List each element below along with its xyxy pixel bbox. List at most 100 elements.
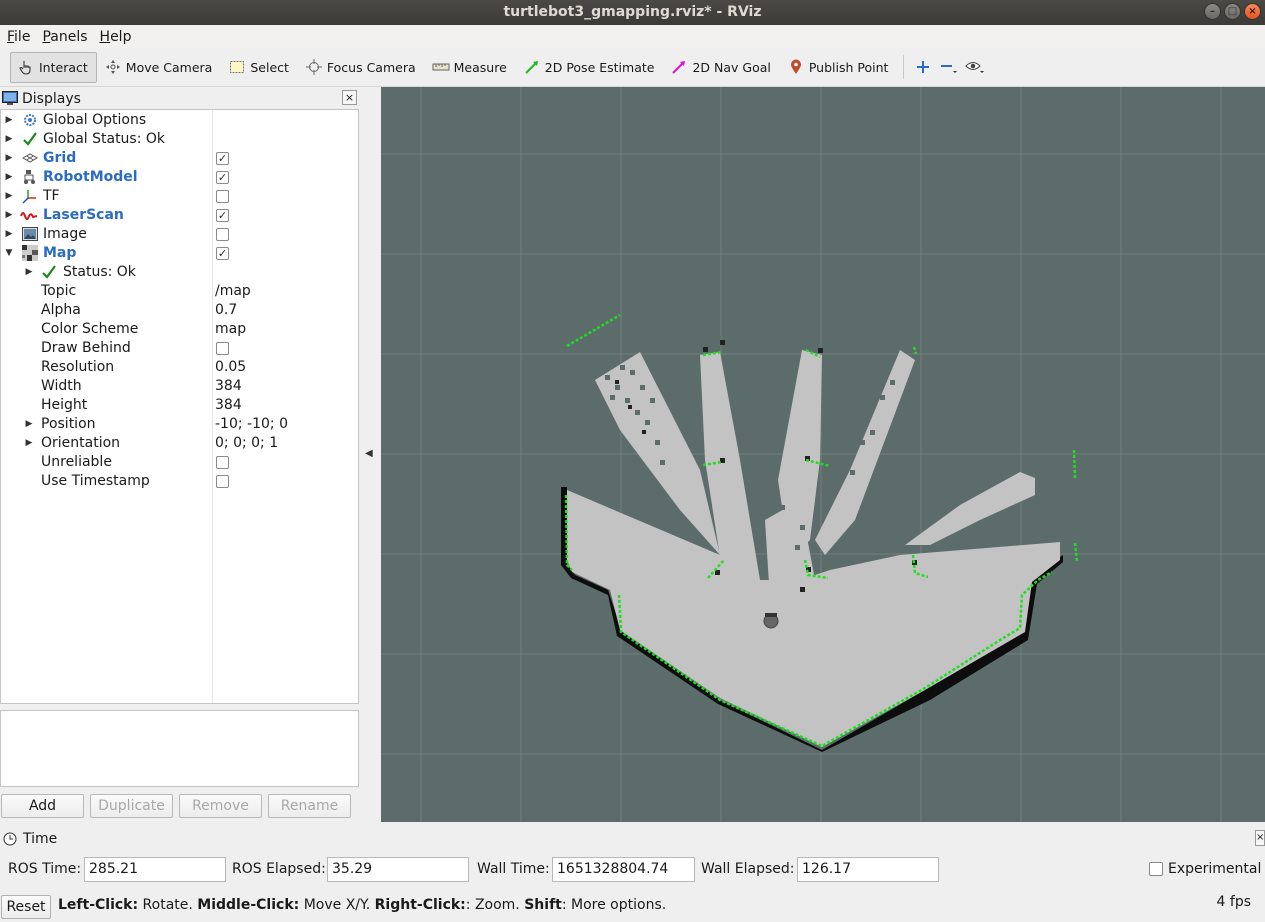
displays-header: Displays ×	[0, 88, 360, 109]
tree-row-tf[interactable]: ▶ TF	[1, 187, 358, 206]
alpha-value[interactable]: 0.7	[215, 301, 237, 320]
views-eye-icon[interactable]	[962, 54, 988, 80]
tree-row-width[interactable]: Width 384	[1, 377, 358, 396]
expand-arrow-icon[interactable]: ▶	[4, 206, 14, 225]
expand-arrow-icon[interactable]: ▶	[24, 263, 34, 282]
menu-help[interactable]: Help	[100, 29, 132, 45]
fps-indicator: 4 fps	[1216, 894, 1251, 910]
map-grid-icon	[22, 245, 38, 261]
tree-row-global-status[interactable]: ▶ Global Status: Ok	[1, 130, 358, 149]
remove-display-button[interactable]: Remove	[179, 794, 262, 818]
color-scheme-value[interactable]: map	[215, 320, 246, 339]
image-enabled-checkbox[interactable]	[216, 228, 229, 241]
remove-tool-minus-icon[interactable]	[936, 54, 962, 80]
tree-row-use-timestamp[interactable]: Use Timestamp	[1, 472, 358, 491]
tree-row-global-options[interactable]: ▶ Global Options	[1, 111, 358, 130]
tree-row-position[interactable]: ▶ Position -10; -10; 0	[1, 415, 358, 434]
move-camera-tool-button[interactable]: Move Camera	[97, 52, 222, 83]
add-tool-plus-icon[interactable]	[910, 54, 936, 80]
tree-row-grid[interactable]: ▶ Grid ✓	[1, 149, 358, 168]
render-viewport[interactable]	[381, 87, 1265, 822]
robot-icon	[22, 169, 38, 185]
unreliable-checkbox[interactable]	[216, 456, 229, 469]
clock-icon	[3, 832, 17, 846]
ros-elapsed-field[interactable]: 35.29	[327, 857, 469, 882]
green-arrow-icon	[523, 58, 541, 76]
window-title: turtlebot3_gmapping.rviz* - RViz	[503, 4, 762, 20]
draw-behind-checkbox[interactable]	[216, 342, 229, 355]
topic-value[interactable]: /map	[215, 282, 251, 301]
grid-enabled-checkbox[interactable]: ✓	[216, 152, 229, 165]
time-title: Time	[23, 831, 58, 847]
select-box-icon	[228, 58, 246, 76]
expand-arrow-icon[interactable]: ▶	[4, 149, 14, 168]
time-close-icon[interactable]: ×	[1255, 830, 1265, 846]
wall-elapsed-field[interactable]: 126.17	[797, 857, 939, 882]
close-icon[interactable]: ×	[1244, 3, 1261, 20]
tree-row-laserscan[interactable]: ▶ LaserScan ✓	[1, 206, 358, 225]
expand-arrow-icon[interactable]: ▶	[24, 434, 34, 453]
publish-point-tool-button[interactable]: Publish Point	[780, 52, 898, 83]
reset-button[interactable]: Reset	[1, 895, 51, 919]
ros-time-field[interactable]: 285.21	[84, 857, 226, 882]
expand-arrow-icon[interactable]: ▶	[4, 168, 14, 187]
tree-row-orientation[interactable]: ▶ Orientation 0; 0; 0; 1	[1, 434, 358, 453]
tf-enabled-checkbox[interactable]	[216, 190, 229, 203]
menu-file[interactable]: File	[7, 29, 30, 45]
tree-row-draw-behind[interactable]: Draw Behind	[1, 339, 358, 358]
laserscan-enabled-checkbox[interactable]: ✓	[216, 209, 229, 222]
hand-pointer-icon	[17, 58, 35, 76]
tree-row-color-scheme[interactable]: Color Scheme map	[1, 320, 358, 339]
map-enabled-checkbox[interactable]: ✓	[216, 247, 229, 260]
expand-arrow-icon[interactable]: ▶	[4, 130, 14, 149]
robotmodel-enabled-checkbox[interactable]: ✓	[216, 171, 229, 184]
wall-time-label: Wall Time:	[477, 861, 550, 877]
tree-row-topic[interactable]: Topic /map	[1, 282, 358, 301]
wall-time-field[interactable]: 1651328804.74	[552, 857, 695, 882]
nav-goal-tool-button[interactable]: 2D Nav Goal	[663, 52, 779, 83]
collapse-panel-arrow-icon[interactable]: ◀	[365, 448, 373, 459]
tree-row-image[interactable]: ▶ Image	[1, 225, 358, 244]
menu-panels[interactable]: Panels	[42, 29, 87, 45]
minimize-icon[interactable]: –	[1204, 3, 1221, 20]
time-header: Time	[0, 828, 57, 850]
expand-arrow-icon[interactable]: ▶	[24, 415, 34, 434]
rename-display-button[interactable]: Rename	[268, 794, 351, 818]
tree-row-alpha[interactable]: Alpha 0.7	[1, 301, 358, 320]
expand-arrow-icon[interactable]: ▶	[4, 187, 14, 206]
interact-tool-button[interactable]: Interact	[10, 51, 97, 83]
experimental-checkbox[interactable]: Experimental	[1149, 861, 1261, 877]
focus-camera-tool-button[interactable]: Focus Camera	[298, 52, 425, 83]
gear-icon	[22, 112, 38, 128]
expand-arrow-icon[interactable]: ▶	[4, 111, 14, 130]
orientation-value: 0; 0; 0; 1	[215, 435, 279, 451]
laser-wave-icon	[20, 207, 38, 223]
description-box	[0, 710, 359, 787]
checkmark-icon	[41, 264, 57, 280]
pose-estimate-tool-button[interactable]: 2D Pose Estimate	[516, 52, 664, 83]
robot-model	[763, 613, 779, 629]
focus-crosshair-icon	[305, 58, 323, 76]
select-tool-button[interactable]: Select	[221, 52, 298, 83]
measure-tool-button[interactable]: Measure	[425, 52, 516, 83]
tree-row-unreliable[interactable]: Unreliable	[1, 453, 358, 472]
use-timestamp-checkbox[interactable]	[216, 475, 229, 488]
checkmark-icon	[22, 131, 38, 147]
tree-row-height[interactable]: Height 384	[1, 396, 358, 415]
tree-row-map-status[interactable]: ▶ Status: Ok	[1, 263, 358, 282]
map-pin-icon	[787, 58, 805, 76]
tree-row-robotmodel[interactable]: ▶ RobotModel ✓	[1, 168, 358, 187]
collapse-arrow-icon[interactable]: ▼	[4, 244, 14, 263]
expand-arrow-icon[interactable]: ▶	[4, 225, 14, 244]
width-value: 384	[215, 378, 242, 394]
experimental-box[interactable]	[1149, 862, 1163, 876]
tree-row-resolution[interactable]: Resolution 0.05	[1, 358, 358, 377]
displays-close-icon[interactable]: ×	[342, 90, 357, 105]
tree-row-map[interactable]: ▼ Map ✓	[1, 244, 358, 263]
duplicate-display-button[interactable]: Duplicate	[90, 794, 173, 818]
add-display-button[interactable]: Add	[1, 794, 84, 818]
maximize-icon[interactable]: □	[1224, 3, 1241, 20]
toolbar: Interact Move Camera Select Focus Camera…	[0, 48, 1265, 87]
ruler-icon	[432, 58, 450, 76]
displays-tree: ▶ Global Options ▶ Global Status: Ok ▶ G…	[0, 109, 359, 704]
